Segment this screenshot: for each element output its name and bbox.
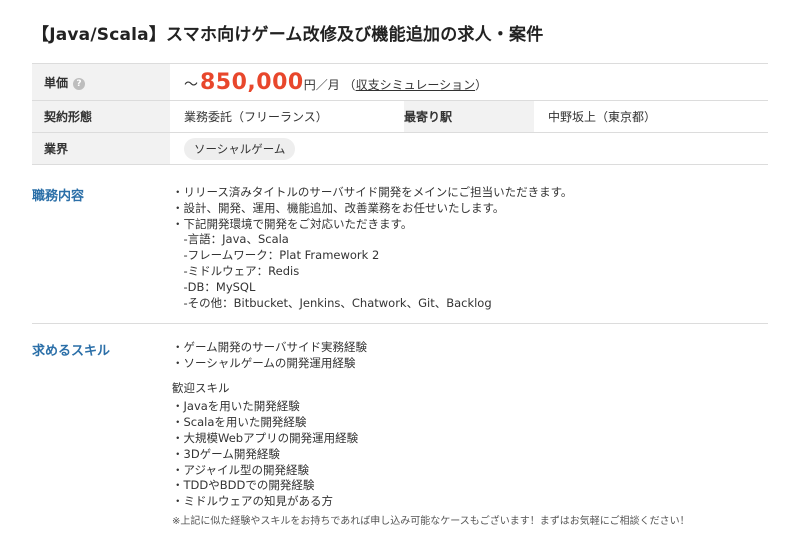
station-label: 最寄り駅 <box>404 100 534 133</box>
contract-value: 業務委託（フリーランス） <box>170 100 404 133</box>
required-skill-item: ・ゲーム開発のサーバサイド実務経験 <box>172 340 368 354</box>
welcome-skill-item: ・ミドルウェアの知見がある方 <box>172 494 333 509</box>
price-prefix: ～ <box>184 76 198 93</box>
duties-line: ・リリース済みタイトルのサーバサイド開発をメインにご担当いただきます。 <box>172 185 573 199</box>
industry-value-cell: ソーシャルゲーム <box>170 132 768 165</box>
welcome-skill-item: ・TDDやBDDでの開発経験 <box>172 478 315 493</box>
duties-line: ・設計、開発、運用、機能追加、改善業務をお任せいたします。 <box>172 200 505 215</box>
welcome-skill-item: ・Javaを用いた開発経験 <box>172 399 300 414</box>
simulation-open-paren: （ <box>343 77 356 92</box>
industry-tag[interactable]: ソーシャルゲーム <box>184 137 296 160</box>
industry-label: 業界 <box>32 132 170 165</box>
income-simulation-link[interactable]: 収支シミュレーション <box>356 78 476 92</box>
price-value-cell: ～850,000円／月 （収支シミュレーション） <box>170 63 768 101</box>
job-spec-table: 単価? ～850,000円／月 （収支シミュレーション） 契約形態 業務委託（フ… <box>32 63 768 165</box>
welcome-skill-item: ・Scalaを用いた開発経験 <box>172 415 307 430</box>
duties-line: -DB：MySQL <box>172 279 256 294</box>
duties-line: -ミドルウェア：Redis <box>172 263 300 278</box>
welcome-skills-heading: 歓迎スキル <box>172 380 230 395</box>
welcome-skill-item: ・アジャイル型の開発経験 <box>172 462 309 477</box>
required-skill-item: ・ソーシャルゲームの開発運用経験 <box>172 355 356 370</box>
duties-body: ・リリース済みタイトルのサーバサイド開発をメインにご担当いただきます。 ・設計、… <box>172 185 572 311</box>
duties-line: -その他：Bitbucket、Jenkins、Chatwork、Git、Back… <box>172 295 492 310</box>
page-title: 【Java/Scala】スマホ向けゲーム改修及び機能追加の求人・案件 <box>32 25 544 45</box>
skills-body: ・ゲーム開発のサーバサイド実務経験 ・ソーシャルゲームの開発運用経験 歓迎スキル… <box>172 340 690 530</box>
duties-line: -言語：Java、Scala <box>172 232 289 247</box>
welcome-skill-item: ・大規模Webアプリの開発運用経験 <box>172 430 359 445</box>
price-value: 850,000 <box>200 69 304 95</box>
station-value: 中野坂上（東京都） <box>534 100 768 133</box>
help-icon[interactable]: ? <box>73 77 86 90</box>
duties-line: ・下記開発環境で開発をご対応いただきます。 <box>172 216 413 231</box>
welcome-skill-item: ・3Dゲーム開発経験 <box>172 446 280 461</box>
skills-note: ※上記に似た経験やスキルをお持ちであれば申し込み可能なケースもございます！まずは… <box>172 515 690 527</box>
duties-line: -フレームワーク：Plat Framework 2 <box>172 248 380 263</box>
duties-heading: 職務内容 <box>32 189 85 204</box>
simulation-close-paren: ） <box>475 77 488 92</box>
contract-row: 契約形態 業務委託（フリーランス） 最寄り駅 中野坂上（東京都） <box>32 100 768 133</box>
industry-row: 業界 ソーシャルゲーム <box>32 132 768 165</box>
section-divider <box>32 323 768 324</box>
price-label: 単価 <box>44 75 69 90</box>
skills-heading: 求めるスキル <box>32 344 111 359</box>
price-row: 単価? ～850,000円／月 （収支シミュレーション） <box>32 63 768 101</box>
contract-label: 契約形態 <box>32 100 170 133</box>
price-label-cell: 単価? <box>32 63 170 101</box>
price-unit: 円／月 <box>303 77 340 92</box>
